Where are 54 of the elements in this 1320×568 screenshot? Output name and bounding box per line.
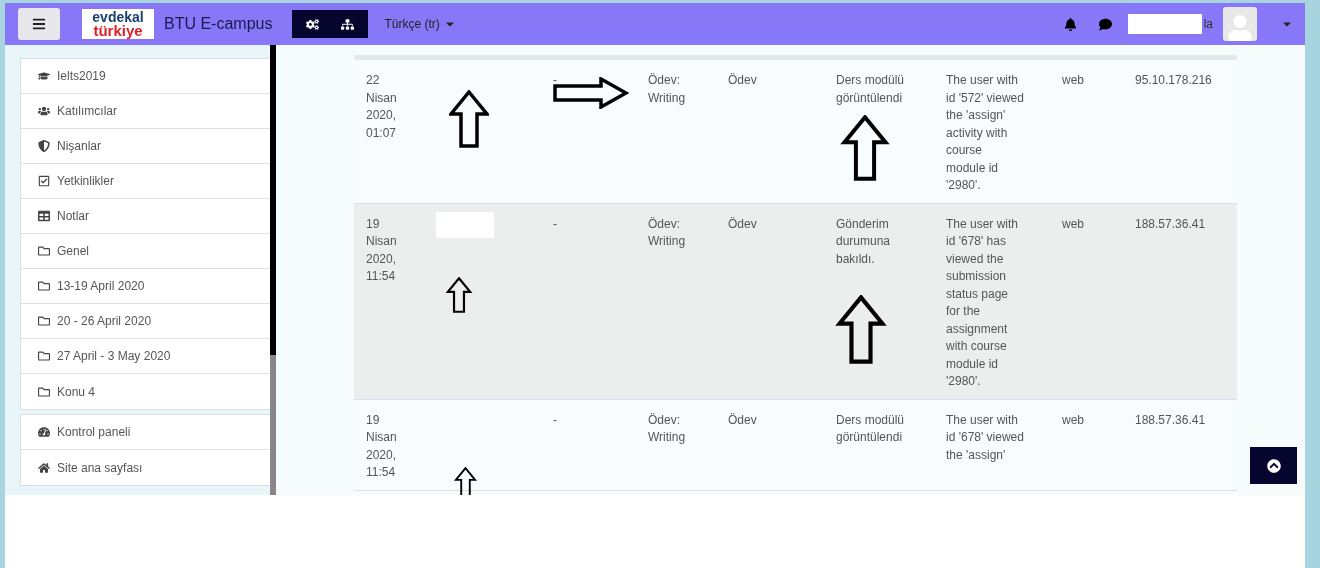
table-cell-text: web — [1062, 72, 1084, 89]
table-cell-text: The user with id '678' has viewed the submission status page for the assignment with course module id '2980'. — [946, 215, 1020, 390]
gears-icon[interactable] — [306, 17, 320, 31]
graduation-cap-icon — [38, 70, 50, 82]
folder-icon — [38, 315, 50, 327]
checkbox-icon — [38, 175, 50, 187]
table-cell[interactable]: Ödev: Writing — [648, 72, 698, 107]
chevron-up-icon — [1266, 458, 1281, 473]
table-cell-text: 19 Nisan 2020, 11:54 — [366, 215, 398, 285]
table-cell-text: 22 Nisan 2020, 01:07 — [366, 72, 398, 142]
sidebar-item[interactable]: Kontrol paneli — [21, 415, 270, 450]
sidebar-item[interactable]: Konu 4 — [21, 374, 270, 409]
table-cell: 188.57.36.41 — [1135, 411, 1206, 429]
sidebar-item[interactable]: Notlar — [21, 199, 270, 234]
user-name[interactable]: la — [1203, 17, 1213, 31]
shield-icon — [38, 140, 50, 152]
table-cell-text: - — [553, 72, 557, 89]
sidebar-item[interactable]: Site ana sayfası — [21, 450, 270, 485]
folder-icon — [38, 245, 50, 257]
table-cell-text: Ödev — [728, 72, 757, 89]
gauge-icon — [38, 426, 50, 438]
scrollbar[interactable] — [270, 45, 276, 495]
menu-icon — [32, 17, 46, 31]
table-cell-text: Ders modülü görüntülendi — [836, 411, 906, 446]
menu-button[interactable] — [18, 8, 60, 40]
table-cell[interactable]: Ödev: Writing — [648, 215, 698, 251]
sitemap-icon[interactable] — [341, 17, 355, 31]
language-menu[interactable]: Türkçe (tr) — [378, 16, 462, 32]
table-cell-text: 95.10.178.216 — [1135, 72, 1212, 89]
table-cell: Ödev — [728, 411, 757, 429]
table-cell: web — [1062, 215, 1084, 233]
table-cell-text: Gönderim durumuna bakıldı. — [836, 215, 892, 268]
up-arrow-annotation — [449, 90, 489, 148]
logo-text: evdekal — [92, 11, 144, 24]
home-icon — [38, 461, 50, 474]
table-cell-text: 19 Nisan 2020, 11:54 — [366, 411, 398, 481]
folder-icon — [38, 385, 50, 398]
sidebar-item[interactable]: Nişanlar — [21, 129, 270, 164]
table-cell: - — [553, 411, 557, 429]
users-icon — [38, 105, 50, 117]
logo-text: türkiye — [93, 24, 143, 37]
table-cell-text: The user with id '572' viewed the 'assign' activity with course module id '2980'. — [946, 72, 1024, 194]
table-cell: Ödev — [728, 215, 757, 233]
table-cell-text: Ders modülü görüntülendi — [836, 72, 906, 107]
table-icon — [38, 210, 50, 222]
table-cell: 188.57.36.41 — [1135, 215, 1206, 233]
table-cell: web — [1062, 411, 1084, 429]
site-name: BTU E-campus — [164, 15, 273, 33]
table-cell: - — [553, 215, 557, 233]
folder-icon — [38, 350, 50, 362]
back-to-top-button[interactable] — [1250, 447, 1297, 484]
folder-icon — [38, 280, 50, 292]
table-cell[interactable]: Ödev: Writing — [648, 411, 698, 447]
table-cell: The user with id '678' viewed the 'assign' — [946, 411, 1024, 464]
